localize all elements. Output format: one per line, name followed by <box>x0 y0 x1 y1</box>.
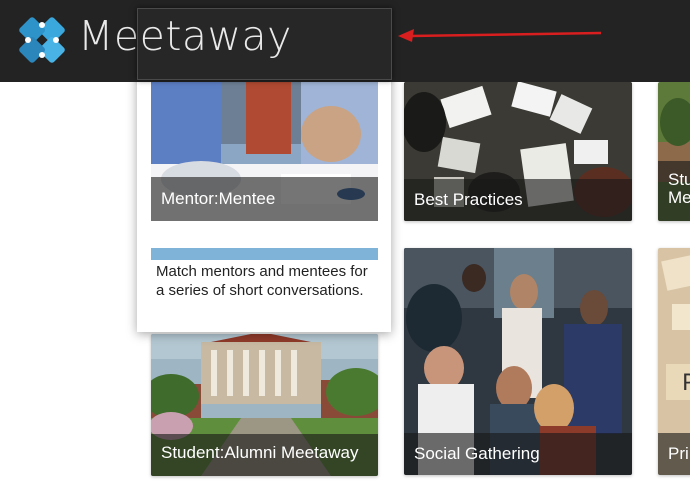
tile-mentor-mentee[interactable]: Mentor:Mentee <box>151 74 378 221</box>
tile-label: Mentor:Mentee <box>151 177 378 221</box>
tile-mentor-mentee-popup[interactable]: Mentor:Mentee Match mentors and mentees … <box>137 70 391 332</box>
tile-label: Student:Alumni Meetaway <box>151 434 378 476</box>
svg-text:P: P <box>682 371 690 396</box>
tile-student-mentor[interactable]: Stu Me <box>658 82 690 221</box>
tile-social-gathering[interactable]: Social Gathering <box>404 248 632 475</box>
tile-label: Social Gathering <box>404 433 632 475</box>
tile-label: Best Practices <box>404 179 632 221</box>
annotation-arrow-icon <box>398 29 602 42</box>
tile-label: Pri <box>658 433 690 475</box>
tile-best-practices[interactable]: Best Practices <box>404 82 632 221</box>
puzzle-logo-icon[interactable] <box>14 12 70 68</box>
tile-student-alumni[interactable]: Student:Alumni Meetaway <box>151 334 378 476</box>
tile-private[interactable]: P Pri <box>658 248 690 475</box>
tile-description: Match mentors and mentees for a series o… <box>156 263 368 299</box>
tile-label: Stu Me <box>658 161 690 221</box>
tile-image-strip <box>151 248 378 260</box>
annotation-highlight-box <box>137 8 392 80</box>
